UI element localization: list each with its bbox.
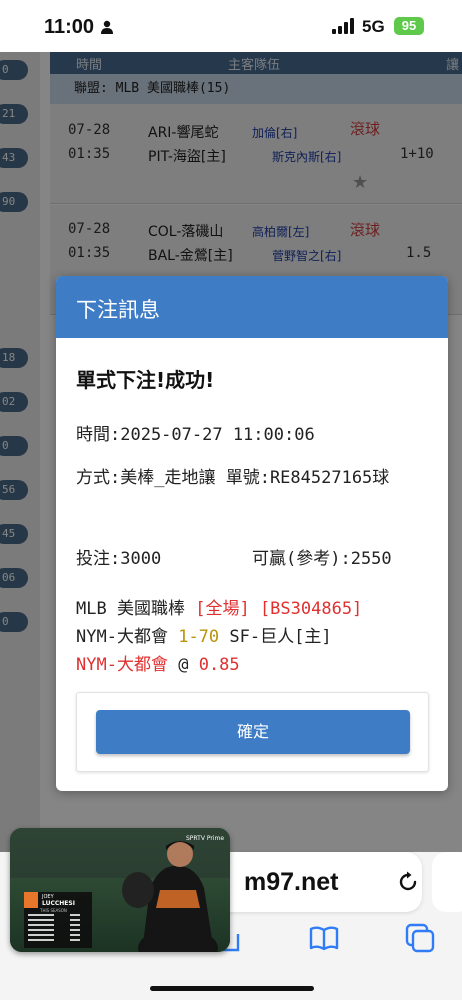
pip-video[interactable]: JOEY LUCCHESI THIS SEASON SPRTV Prime <box>10 828 230 952</box>
pip-player-last: LUCCHESI <box>42 900 75 907</box>
team-home: SF-巨人[主] <box>229 627 332 647</box>
signal-icon <box>332 18 354 34</box>
home-indicator[interactable] <box>150 986 314 991</box>
bet-handicap: 1-70 <box>178 627 220 647</box>
battery-icon: 95 <box>394 17 424 35</box>
bet-info-modal: 下注訊息 單式下注!成功! 時間:2025-07-27 11:00:06 方式:… <box>56 276 448 791</box>
confirm-card: 確定 <box>76 692 429 772</box>
team-away: NYM-大都會 <box>76 627 168 647</box>
bookmarks-icon[interactable] <box>308 922 340 954</box>
status-time: 11:00 <box>44 16 95 38</box>
bet-odds: 0.85 <box>198 655 240 675</box>
league-name: MLB 美國職棒 <box>76 599 185 619</box>
bet-win: 可贏(參考):2550 <box>252 549 392 569</box>
pip-video-frame: JOEY LUCCHESI THIS SEASON SPRTV Prime <box>10 828 230 952</box>
confirm-button[interactable]: 確定 <box>96 710 410 754</box>
at-sign: @ <box>178 655 189 675</box>
bet-code: [BS304865] <box>259 599 363 619</box>
bet-league-line: MLB 美國職棒 [全場] [BS304865] <box>76 594 362 619</box>
bet-stake: 投注:3000 <box>76 549 162 569</box>
bet-method: 方式:美棒_走地讓 單號:RE84527165球 <box>76 468 390 488</box>
pip-network: SPRTV Prime <box>186 835 224 842</box>
success-headline: 單式下注!成功! <box>76 368 215 392</box>
pip-stat-label: THIS SEASON <box>39 908 67 913</box>
bet-time: 時間:2025-07-27 11:00:06 <box>76 425 315 445</box>
url-text[interactable]: m97.net <box>244 868 338 897</box>
modal-title: 下注訊息 <box>76 298 160 322</box>
tabs-icon[interactable] <box>404 922 436 954</box>
bet-matchup-line: NYM-大都會 1-70 SF-巨人[主] <box>76 622 332 647</box>
reload-icon[interactable] <box>396 870 420 894</box>
modal-header: 下注訊息 <box>56 276 448 338</box>
bet-period: [全場] <box>195 599 250 619</box>
status-bar: 11:00 5G 95 <box>0 0 462 52</box>
bet-selection-line: NYM-大都會 @ 0.85 <box>76 650 240 675</box>
bet-selection: NYM-大都會 <box>76 655 168 675</box>
person-icon <box>101 20 113 34</box>
network-label: 5G <box>362 17 385 36</box>
next-tab-preview[interactable] <box>432 852 462 912</box>
